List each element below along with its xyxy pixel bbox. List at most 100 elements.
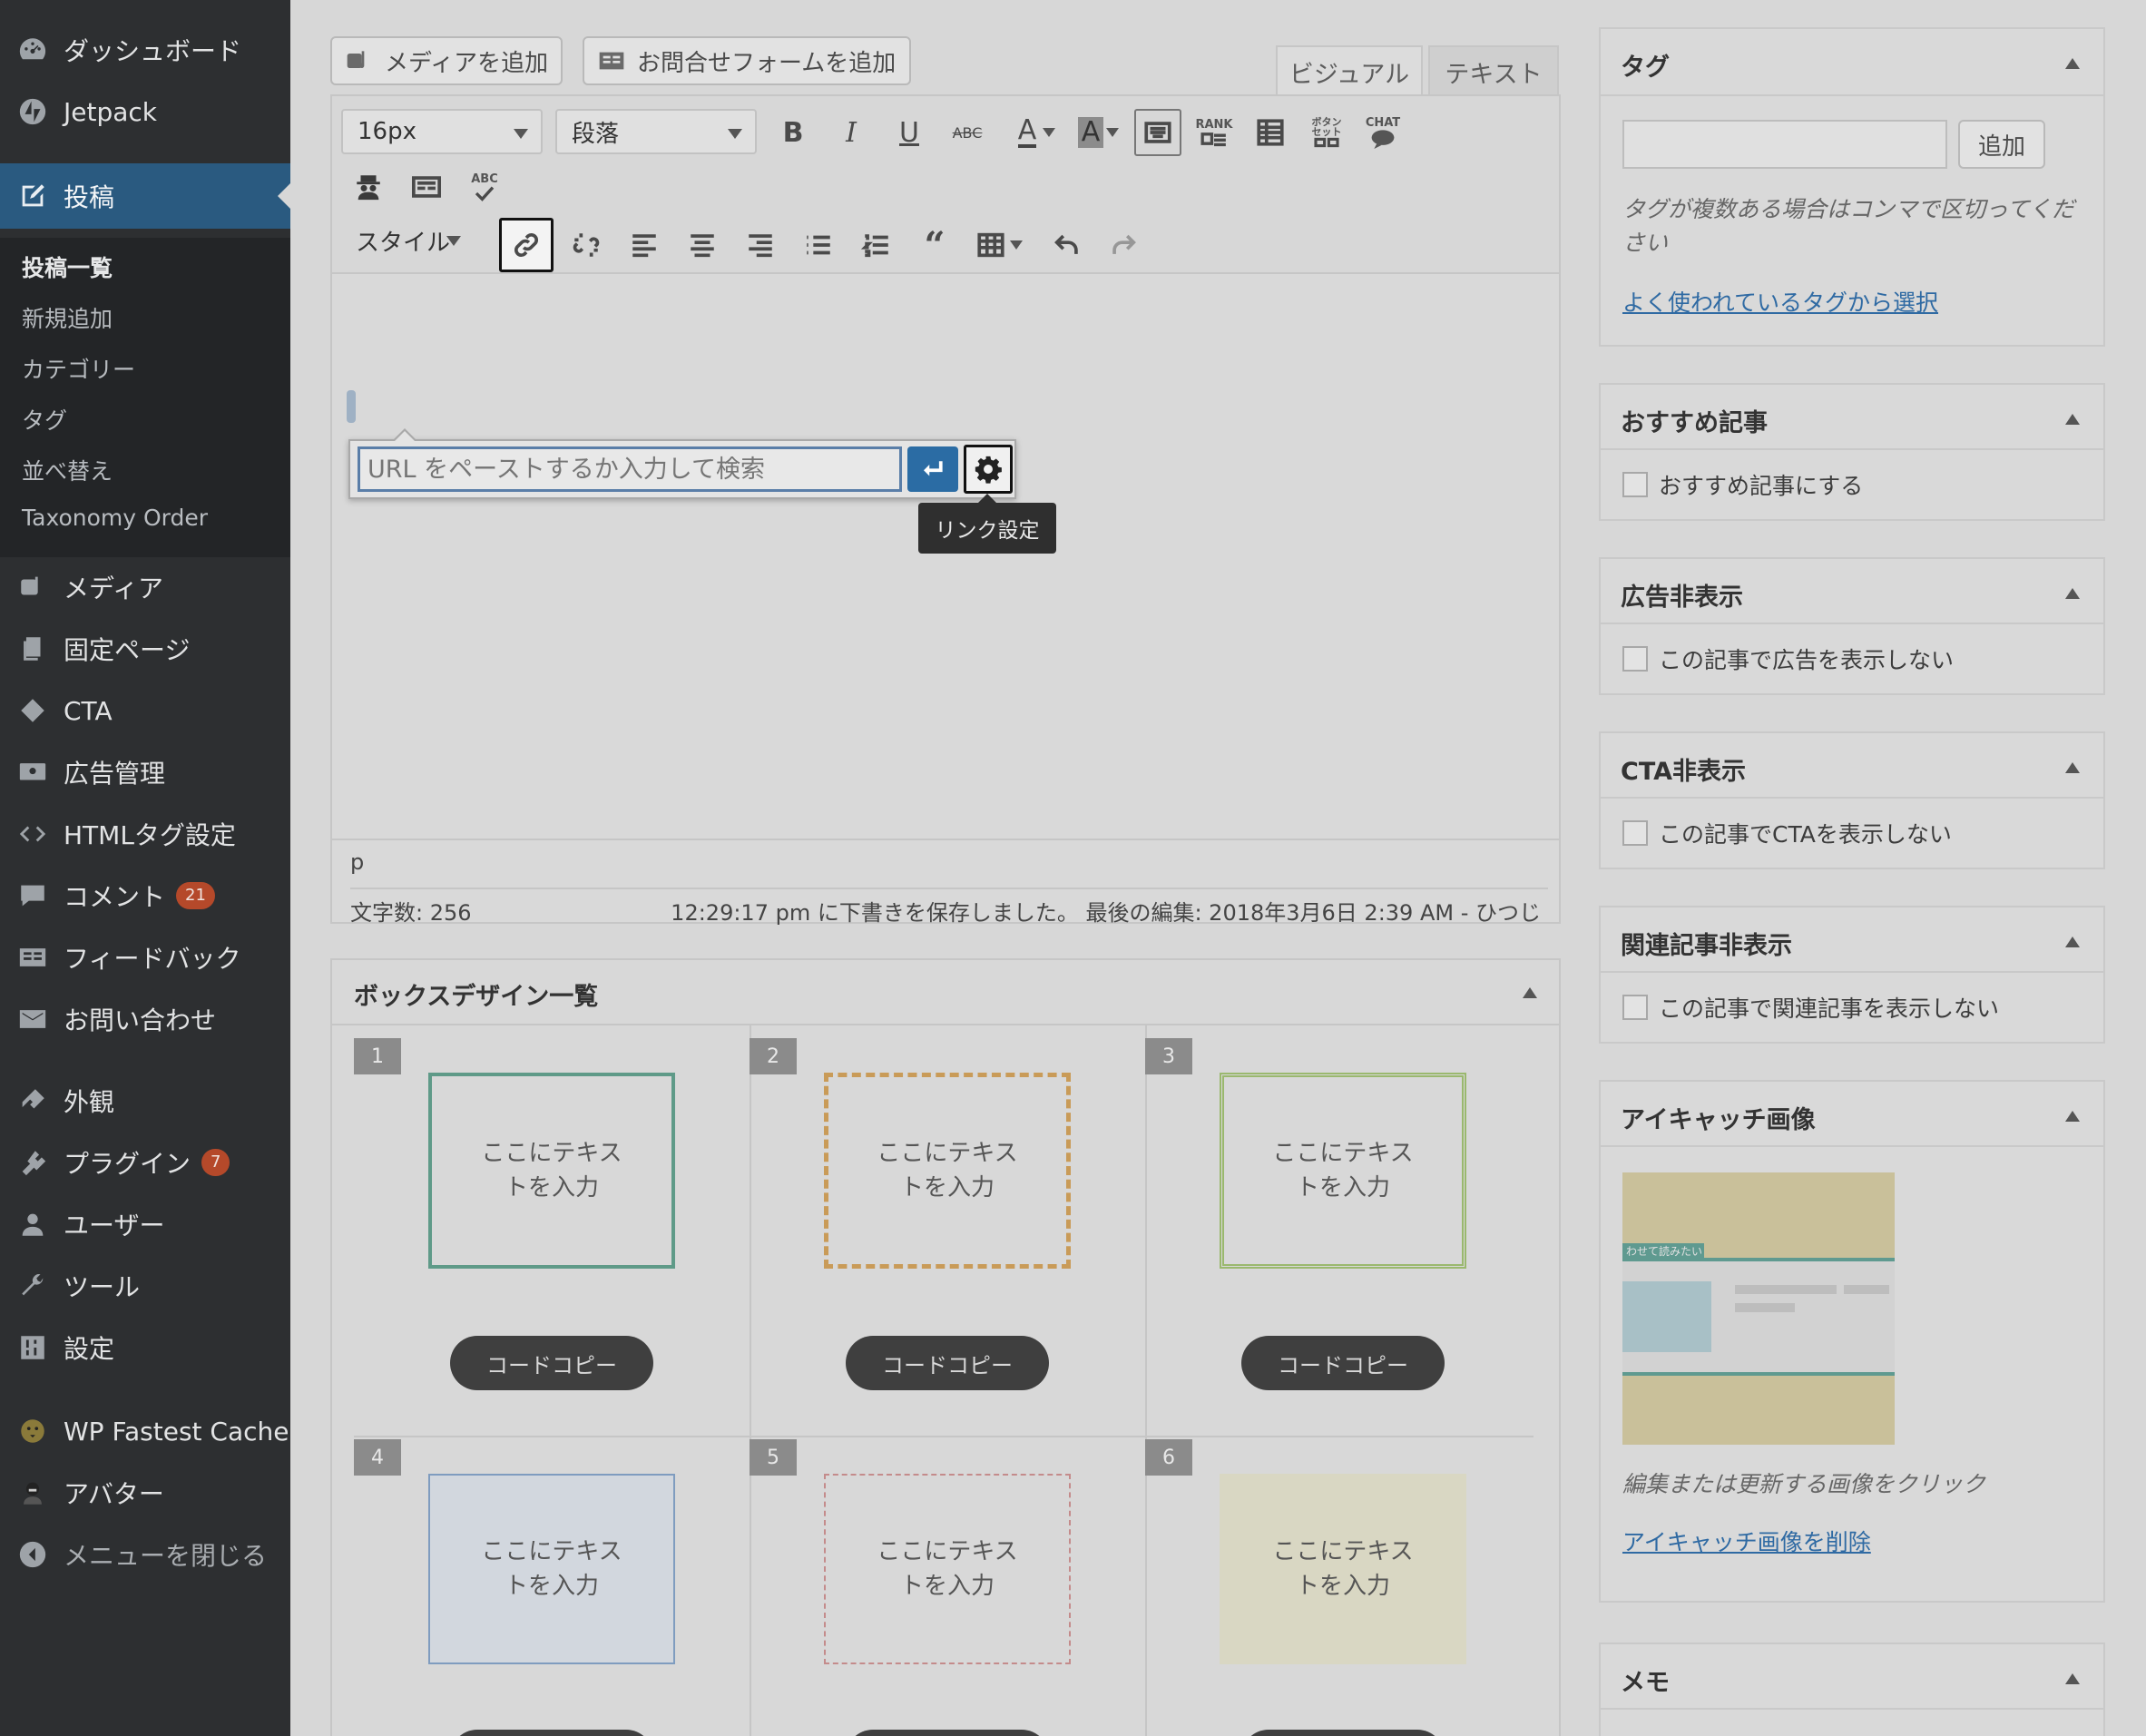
- submenu-tags[interactable]: タグ: [22, 403, 67, 436]
- collapse-toggle-icon[interactable]: [2065, 1673, 2080, 1684]
- text-color-dropdown[interactable]: [1036, 109, 1062, 156]
- collapse-toggle-icon[interactable]: [2065, 1111, 2080, 1122]
- spy-button[interactable]: [345, 163, 392, 211]
- rank-button[interactable]: RANK: [1191, 109, 1238, 156]
- menu-settings[interactable]: 設定: [0, 1319, 290, 1376]
- box-design-1[interactable]: ここにテキス トを入力: [428, 1073, 675, 1269]
- collapse-toggle-icon[interactable]: [2065, 414, 2080, 425]
- align-left-button[interactable]: [621, 221, 668, 269]
- blockquote-button[interactable]: “: [911, 221, 958, 269]
- bullet-list-button[interactable]: [795, 221, 842, 269]
- menu-cta[interactable]: CTA: [0, 682, 290, 739]
- tab-text[interactable]: テキスト: [1428, 45, 1559, 96]
- table-layout-button[interactable]: [1247, 109, 1294, 156]
- align-center-button[interactable]: [679, 221, 726, 269]
- menu-collapse[interactable]: メニューを閉じる: [0, 1526, 290, 1583]
- checkbox[interactable]: [1622, 820, 1648, 846]
- copy-code-button[interactable]: [450, 1730, 653, 1736]
- numbered-list-button[interactable]: [853, 221, 900, 269]
- menu-dashboard[interactable]: ダッシュボード: [0, 22, 290, 78]
- copy-code-button[interactable]: [1241, 1730, 1445, 1736]
- menu-wp-fastest-cache[interactable]: WP Fastest Cache: [0, 1403, 290, 1459]
- remove-featured-image-link[interactable]: アイキャッチ画像を削除: [1622, 1525, 1871, 1557]
- copy-code-button[interactable]: コードコピー: [450, 1336, 653, 1390]
- box-design-6[interactable]: ここにテキス トを入力: [1220, 1474, 1466, 1664]
- checkbox-label: この記事で関連記事を表示しない: [1659, 996, 2000, 1022]
- hide-ads-checkbox[interactable]: この記事で広告を表示しない: [1622, 642, 1954, 675]
- menu-label: CTA: [64, 695, 113, 726]
- copy-code-button[interactable]: コードコピー: [846, 1336, 1049, 1390]
- add-media-button[interactable]: メディアを追加: [330, 36, 563, 85]
- box-design-5[interactable]: ここにテキス トを入力: [824, 1474, 1071, 1664]
- chat-button[interactable]: CHAT: [1359, 109, 1406, 156]
- tools-icon: [15, 1268, 51, 1304]
- featured-checkbox[interactable]: おすすめ記事にする: [1622, 468, 1863, 501]
- hide-cta-checkbox[interactable]: この記事でCTAを表示しない: [1622, 817, 1952, 849]
- collapse-toggle-icon[interactable]: [2065, 762, 2080, 773]
- link-settings-button[interactable]: [964, 445, 1013, 494]
- remove-link-button[interactable]: [563, 221, 610, 269]
- menu-users[interactable]: ユーザー: [0, 1196, 290, 1252]
- insert-link-button[interactable]: [499, 218, 554, 272]
- menu-contact[interactable]: お問い合わせ: [0, 991, 290, 1047]
- checkbox[interactable]: [1622, 472, 1648, 497]
- table-dropdown[interactable]: [1004, 221, 1029, 269]
- collapse-toggle-icon[interactable]: [2065, 588, 2080, 599]
- featured-image-thumbnail[interactable]: わせて読みたい: [1622, 1172, 1895, 1445]
- menu-ads[interactable]: 広告管理: [0, 744, 290, 800]
- button-set-button[interactable]: ボタン セット: [1303, 109, 1350, 156]
- copy-code-button[interactable]: コードコピー: [1241, 1336, 1445, 1390]
- menu-appearance[interactable]: 外観: [0, 1073, 290, 1129]
- undo-button[interactable]: [1044, 221, 1091, 269]
- menu-label: Jetpack: [64, 96, 158, 127]
- menu-pages[interactable]: 固定ページ: [0, 621, 290, 677]
- background-color-dropdown[interactable]: [1100, 109, 1125, 156]
- add-contact-form-button[interactable]: お問合せフォームを追加: [583, 36, 911, 85]
- box-design-panel: ボックスデザイン一覧 1 ここにテキス トを入力 コードコピー 2 ここにテキス…: [330, 958, 1561, 1736]
- url-input[interactable]: [358, 446, 902, 492]
- menu-feedback[interactable]: フィードバック: [0, 929, 290, 986]
- box-design-3[interactable]: ここにテキス トを入力: [1220, 1073, 1466, 1269]
- collapse-toggle-icon[interactable]: [2065, 937, 2080, 947]
- submenu-taxonomy-order[interactable]: Taxonomy Order: [22, 505, 208, 531]
- button-set-icon: ボタン セット: [1311, 116, 1342, 138]
- spellcheck-button[interactable]: ABC: [461, 163, 508, 211]
- menu-html-tags[interactable]: HTMLタグ設定: [0, 806, 290, 862]
- align-right-button[interactable]: [737, 221, 784, 269]
- redo-button[interactable]: [1100, 221, 1147, 269]
- submenu-all-posts[interactable]: 投稿一覧: [22, 250, 113, 283]
- italic-button[interactable]: I: [828, 109, 875, 156]
- submenu-add-new[interactable]: 新規追加: [22, 301, 113, 334]
- toolbar-toggle-button[interactable]: [1134, 109, 1181, 156]
- submenu-reorder[interactable]: 並べ替え: [22, 454, 113, 486]
- submenu-categories[interactable]: カテゴリー: [22, 352, 135, 385]
- menu-label: ユーザー: [64, 1211, 165, 1241]
- form-button[interactable]: [403, 163, 450, 211]
- collapse-toggle-icon[interactable]: [1523, 987, 1537, 998]
- box-design-4[interactable]: ここにテキス トを入力: [428, 1474, 675, 1664]
- hide-related-checkbox[interactable]: この記事で関連記事を表示しない: [1622, 991, 1999, 1024]
- menu-jetpack[interactable]: Jetpack: [0, 83, 290, 140]
- bold-button[interactable]: B: [769, 109, 817, 156]
- checkbox[interactable]: [1622, 995, 1648, 1020]
- font-size-select[interactable]: 16px: [341, 109, 543, 154]
- menu-posts[interactable]: 投稿: [0, 163, 290, 229]
- menu-comments[interactable]: コメント 21: [0, 868, 290, 924]
- underline-button[interactable]: U: [886, 109, 933, 156]
- copy-code-button[interactable]: [846, 1730, 1049, 1736]
- menu-plugins[interactable]: プラグイン 7: [0, 1134, 290, 1191]
- format-select[interactable]: 段落: [555, 109, 757, 154]
- add-tag-button[interactable]: 追加: [1958, 120, 2045, 169]
- menu-media[interactable]: メディア: [0, 559, 290, 615]
- apply-link-button[interactable]: [907, 446, 958, 492]
- box-design-2[interactable]: ここにテキス トを入力: [824, 1073, 1071, 1269]
- choose-popular-tags-link[interactable]: よく使われているタグから選択: [1622, 285, 1938, 318]
- tab-visual[interactable]: ビジュアル: [1276, 45, 1423, 96]
- strikethrough-button[interactable]: ABC: [944, 109, 991, 156]
- menu-avatar[interactable]: アバター: [0, 1465, 290, 1521]
- menu-tools[interactable]: ツール: [0, 1258, 290, 1314]
- tag-input[interactable]: [1622, 120, 1947, 169]
- collapse-toggle-icon[interactable]: [2065, 58, 2080, 69]
- checkbox[interactable]: [1622, 646, 1648, 672]
- styles-select[interactable]: スタイル: [341, 218, 474, 263]
